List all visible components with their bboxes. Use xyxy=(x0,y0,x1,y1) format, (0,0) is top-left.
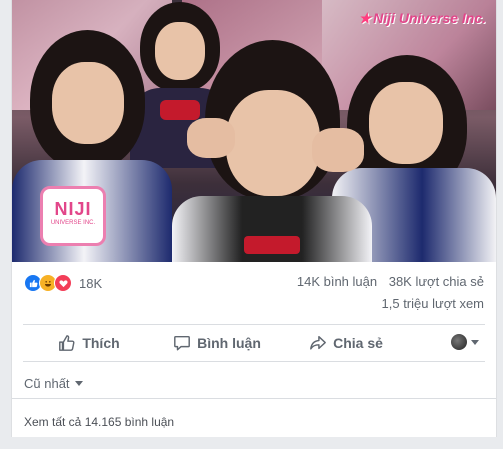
divider xyxy=(12,398,496,399)
engagement-counts: 14K bình luận 38K lượt chia sẻ 1,5 triệu… xyxy=(297,274,484,311)
comment-sort-dropdown[interactable]: Cũ nhất xyxy=(24,376,83,391)
action-bar: Thích Bình luận Chia sẻ xyxy=(23,324,485,362)
post-card: ★Niji Universe Inc. NIJI UNIVERSE INC. xyxy=(11,0,497,437)
chevron-down-icon xyxy=(74,381,83,386)
comment-button[interactable]: Bình luận xyxy=(155,325,279,361)
video-player[interactable]: ★ Niji Universe Inc. NIJI UNIVERSE INC. xyxy=(12,0,496,262)
post-stats: 18K 14K bình luận 38K lượt chia sẻ 1,5 t… xyxy=(12,262,496,318)
reaction-count: 18K xyxy=(79,275,103,291)
chevron-down-icon xyxy=(471,339,479,345)
thumbs-up-icon xyxy=(59,335,75,351)
post-as-selector[interactable] xyxy=(451,334,479,350)
share-button[interactable]: Chia sẻ xyxy=(279,325,413,361)
comment-bubble-icon xyxy=(174,335,191,351)
share-arrow-icon xyxy=(310,335,327,350)
reactions-summary[interactable]: 18K xyxy=(24,274,102,292)
video-brand-watermark: ★ Niji Universe Inc. xyxy=(358,10,486,26)
red-bow xyxy=(160,100,200,120)
share-count-link[interactable]: 38K lượt chia sẻ xyxy=(389,274,484,289)
view-count: 1,5 triệu lượt xem xyxy=(381,296,484,311)
hand-right xyxy=(312,128,364,172)
hand-left xyxy=(187,118,235,158)
comment-count-link[interactable]: 14K bình luận xyxy=(297,274,377,289)
view-all-comments-link[interactable]: Xem tất cả 14.165 bình luận xyxy=(24,415,174,429)
niji-logo: NIJI UNIVERSE INC. xyxy=(40,186,106,246)
love-icon xyxy=(54,274,72,292)
avatar xyxy=(451,334,467,350)
like-button[interactable]: Thích xyxy=(23,325,155,361)
